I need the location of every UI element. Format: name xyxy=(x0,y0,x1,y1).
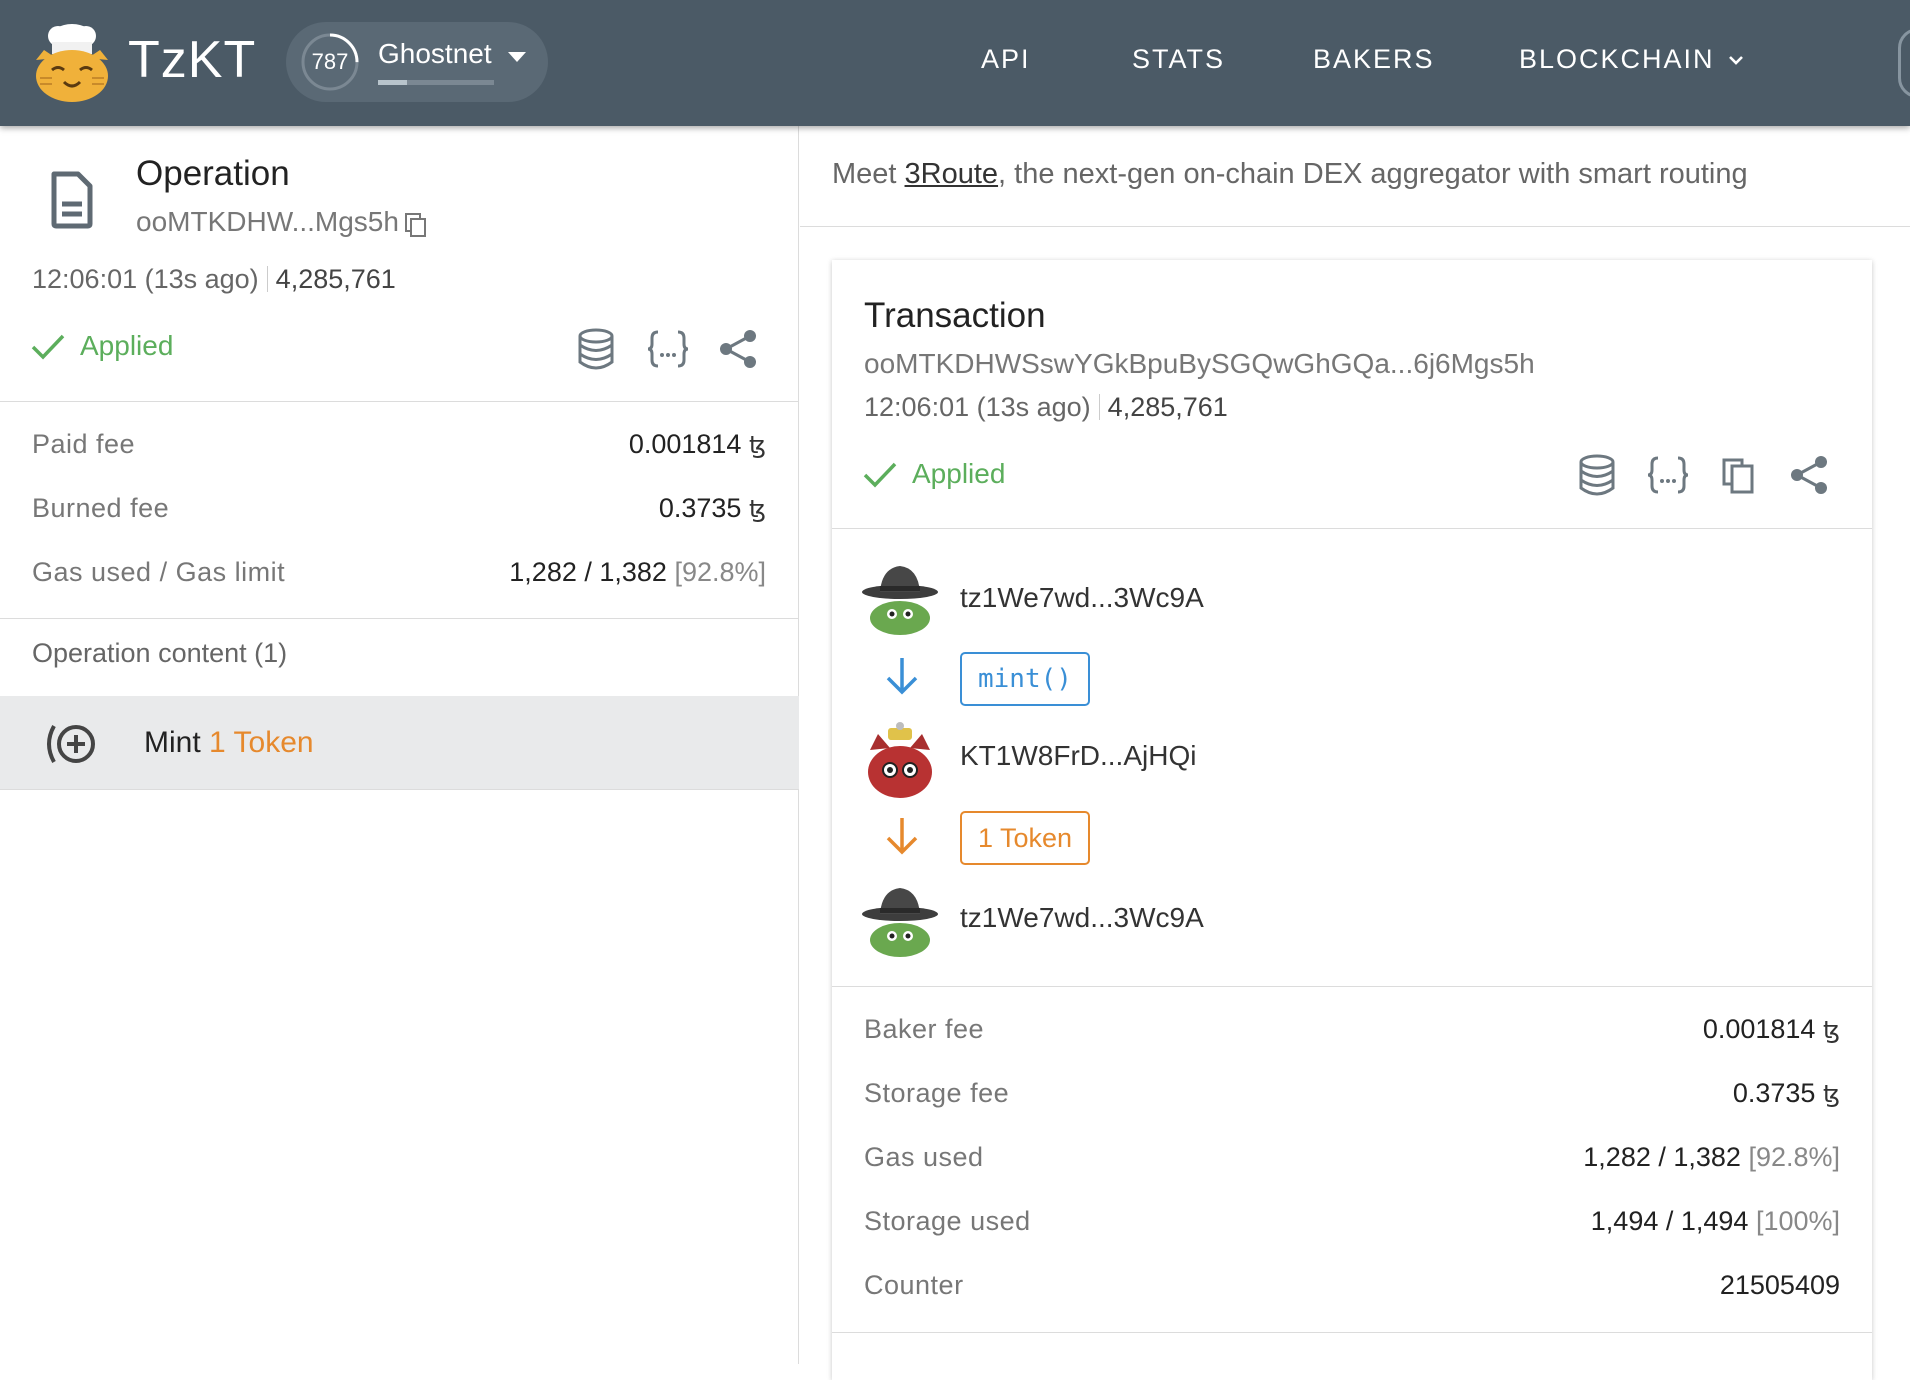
divider xyxy=(832,986,1872,987)
top-navbar: TzKT 787 Ghostnet API STATS BAKERS BLOCK… xyxy=(0,0,1910,126)
nav-link-api[interactable]: API xyxy=(981,44,1031,75)
mint-text: Mint 1 Token xyxy=(144,726,314,760)
divider xyxy=(832,1332,1872,1333)
counter-value: 21505409 xyxy=(1720,1270,1840,1301)
transaction-timestamp: 12:06:01 (13s ago) xyxy=(864,392,1091,422)
operation-level[interactable]: 4,285,761 xyxy=(276,264,396,294)
paid-fee-amount: 0.001814 xyxy=(628,429,742,459)
operation-content-item[interactable]: Mint 1 Token xyxy=(0,696,799,790)
receiver-avatar[interactable] xyxy=(860,880,940,960)
mint-icon xyxy=(47,725,95,763)
network-progress-bar xyxy=(378,80,494,85)
operation-timestamp: 12:06:01 (13s ago) xyxy=(32,264,259,294)
nav-link-bakers[interactable]: BAKERS xyxy=(1313,44,1435,75)
check-icon xyxy=(863,462,897,488)
divider xyxy=(0,401,799,402)
check-icon xyxy=(31,334,65,360)
mint-amount[interactable]: 1 Token xyxy=(209,726,314,759)
arrow-down-icon xyxy=(886,818,918,855)
contract-address[interactable]: KT1W8FrD...AjHQi xyxy=(960,740,1196,772)
counter-label: Counter xyxy=(864,1270,964,1300)
status-applied: Applied xyxy=(80,330,174,361)
storage-used-amount: 1,494 / 1,494 xyxy=(1590,1206,1749,1236)
burned-fee-amount: 0.3735 xyxy=(658,493,742,523)
transaction-level[interactable]: 4,285,761 xyxy=(1108,392,1228,422)
transaction-card: Transaction ooMTKDHWSswYGkBpuBySGQwGhGQa… xyxy=(832,260,1872,1380)
json-icon[interactable] xyxy=(647,328,689,370)
chevron-down-icon[interactable] xyxy=(1728,52,1744,68)
operation-title: Operation xyxy=(136,154,290,193)
caret-down-icon xyxy=(508,52,526,62)
network-name: Ghostnet xyxy=(378,38,492,69)
storage-used-value: 1,494 / 1,494 [100%] xyxy=(1591,1206,1840,1237)
receiver-address[interactable]: tz1We7wd...3Wc9A xyxy=(960,902,1204,934)
divider xyxy=(266,266,268,292)
storage-fee-value: 0.3735 ꜩ xyxy=(1733,1078,1840,1109)
counter-amount: 21505409 xyxy=(1719,1270,1840,1300)
sender-avatar[interactable] xyxy=(860,558,940,638)
database-icon[interactable] xyxy=(575,328,617,370)
transaction-title: Transaction xyxy=(864,296,1046,335)
arrow-down-icon xyxy=(886,658,918,695)
contract-avatar[interactable] xyxy=(860,720,940,800)
gas-label: Gas used / Gas limit xyxy=(32,557,286,587)
storage-fee-amount: 0.3735 xyxy=(1732,1078,1816,1108)
document-icon xyxy=(51,171,93,229)
operation-hash[interactable]: ooMTKDHW...Mgs5h xyxy=(136,206,399,238)
gas-used-amount: 1,282 / 1,382 xyxy=(1583,1142,1741,1172)
tez-symbol: ꜩ xyxy=(748,496,766,523)
gas-percent: [92.8%] xyxy=(674,557,766,587)
burned-fee-value: 0.3735 ꜩ xyxy=(659,493,766,524)
burned-fee-label: Burned fee xyxy=(32,493,170,523)
baker-fee-label: Baker fee xyxy=(864,1014,985,1044)
operation-panel: Operation ooMTKDHW...Mgs5h 12:06:01 (13s… xyxy=(0,126,799,1364)
nav-link-stats[interactable]: STATS xyxy=(1132,44,1225,75)
tez-symbol: ꜩ xyxy=(748,432,766,459)
tzkt-logo-icon[interactable] xyxy=(30,20,114,104)
paid-fee-value: 0.001814 ꜩ xyxy=(629,429,766,460)
transaction-time-row: 12:06:01 (13s ago) 4,285,761 xyxy=(864,392,1228,423)
copy-icon[interactable] xyxy=(1718,454,1760,496)
divider xyxy=(1098,394,1100,420)
transaction-status: Applied xyxy=(912,458,1006,489)
nav-link-blockchain[interactable]: BLOCKCHAIN xyxy=(1519,44,1715,75)
operation-content-header: Operation content (1) xyxy=(32,638,288,668)
gas-used-label: Gas used xyxy=(864,1142,984,1172)
banner-prefix: Meet xyxy=(832,158,905,190)
storage-fee-label: Storage fee xyxy=(864,1078,1010,1108)
network-selector[interactable]: 787 Ghostnet xyxy=(286,22,548,102)
tez-symbol: ꜩ xyxy=(1822,1017,1840,1044)
divider xyxy=(0,618,799,619)
promo-banner: Meet 3Route, the next-gen on-chain DEX a… xyxy=(832,158,1748,191)
entrypoint-badge[interactable]: mint() xyxy=(960,652,1090,706)
gas-used-value: 1,282 / 1,382 [92.8%] xyxy=(1583,1142,1840,1173)
copy-icon[interactable] xyxy=(404,212,428,238)
json-icon[interactable] xyxy=(1647,454,1689,496)
paid-fee-label: Paid fee xyxy=(32,429,136,459)
gas-used-percent: [92.8%] xyxy=(1748,1142,1840,1172)
operation-time-row: 12:06:01 (13s ago) 4,285,761 xyxy=(32,264,396,295)
sender-address[interactable]: tz1We7wd...3Wc9A xyxy=(960,582,1204,614)
database-icon[interactable] xyxy=(1576,454,1618,496)
network-progress-fill xyxy=(378,80,407,85)
transaction-hash[interactable]: ooMTKDHWSswYGkBpuBySGQwGhGQa...6j6Mgs5h xyxy=(864,348,1535,380)
storage-used-label: Storage used xyxy=(864,1206,1031,1236)
theme-toggle[interactable] xyxy=(1898,28,1910,98)
brand-name[interactable]: TzKT xyxy=(128,30,256,90)
baker-fee-amount: 0.001814 xyxy=(1702,1014,1816,1044)
token-transfer-badge[interactable]: 1 Token xyxy=(960,811,1091,865)
gas-value: 1,282 / 1,382 [92.8%] xyxy=(509,557,766,588)
share-icon[interactable] xyxy=(1788,454,1830,496)
mint-action: Mint xyxy=(144,726,201,759)
storage-used-percent: [100%] xyxy=(1755,1206,1840,1236)
share-icon[interactable] xyxy=(717,328,759,370)
cycle-number: 787 xyxy=(311,49,349,74)
baker-fee-value: 0.001814 ꜩ xyxy=(1703,1014,1840,1045)
gas-amount: 1,282 / 1,382 xyxy=(509,557,667,587)
divider xyxy=(832,528,1872,529)
banner-link[interactable]: 3Route xyxy=(905,158,999,190)
tez-symbol: ꜩ xyxy=(1822,1081,1840,1108)
divider xyxy=(800,226,1910,227)
banner-suffix: , the next-gen on-chain DEX aggregator w… xyxy=(998,158,1748,190)
